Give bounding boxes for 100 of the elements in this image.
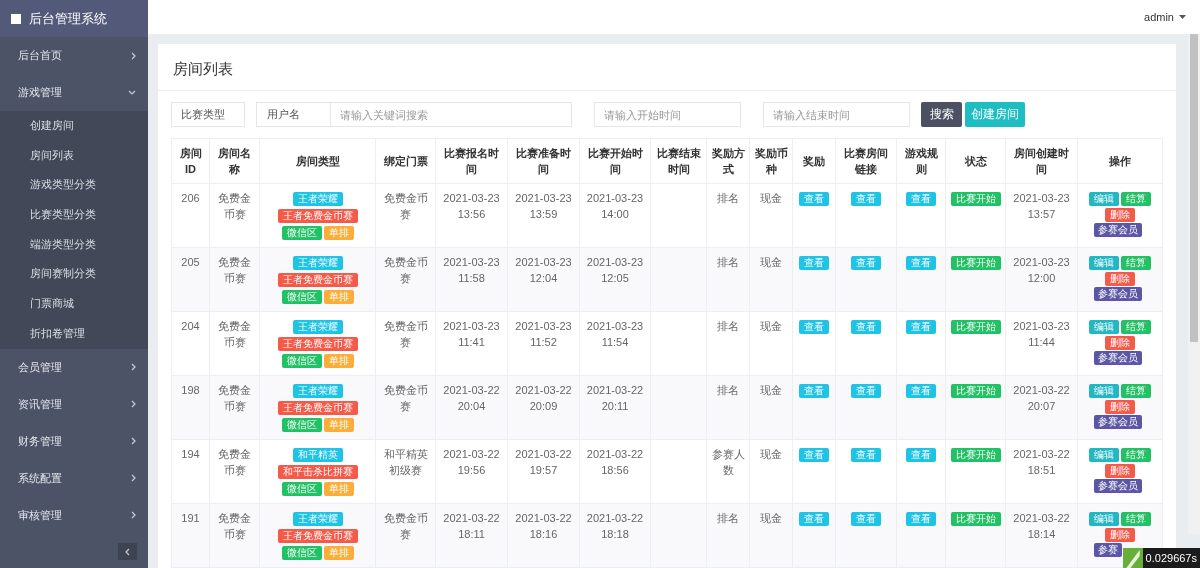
action-button[interactable]: 结算 <box>1121 512 1151 526</box>
view-button[interactable]: 查看 <box>799 320 829 334</box>
view-button[interactable]: 查看 <box>799 512 829 526</box>
view-button[interactable]: 查看 <box>799 448 829 462</box>
search-button[interactable]: 搜索 <box>921 102 962 127</box>
start-time-field[interactable]: 请输入开始时间 <box>594 102 741 127</box>
action-button[interactable]: 删除 <box>1105 528 1135 542</box>
sidebar-item[interactable]: 会员管理 <box>0 348 148 386</box>
action-button[interactable]: 结算 <box>1121 192 1151 206</box>
sidebar-item[interactable]: 后台首页 <box>0 37 148 74</box>
column-header: 比赛开始时间 <box>579 138 651 184</box>
view-button[interactable]: 查看 <box>906 448 936 462</box>
scrollbar[interactable] <box>1188 34 1200 534</box>
view-button[interactable]: 查看 <box>799 384 829 398</box>
type-select[interactable]: 比赛类型 <box>171 102 245 127</box>
column-header: 游戏规则 <box>896 138 946 184</box>
tag: 王者免费金币赛 <box>277 529 358 543</box>
action-button[interactable]: 结算 <box>1121 256 1151 270</box>
sidebar-item[interactable]: 系统配置 <box>0 459 148 497</box>
table-cell: 免费金币赛 <box>375 247 436 312</box>
submenu-item[interactable]: 比赛类型分类 <box>0 200 148 230</box>
action-button[interactable]: 删除 <box>1105 464 1135 478</box>
view-button[interactable]: 查看 <box>851 384 881 398</box>
action-button[interactable]: 结算 <box>1121 384 1151 398</box>
view-button[interactable]: 查看 <box>851 256 881 270</box>
sidebar-item[interactable]: 游戏管理 <box>0 74 148 111</box>
sidebar-item[interactable]: 财务管理 <box>0 422 148 460</box>
action-button[interactable]: 结算 <box>1121 320 1151 334</box>
view-button[interactable]: 查看 <box>799 192 829 206</box>
chevron-right-icon <box>131 363 136 371</box>
sidebar-item[interactable]: 审核管理 <box>0 496 148 534</box>
table-cell: 免费金币赛 <box>209 183 260 248</box>
table-cell: 排名 <box>706 503 750 568</box>
action-button[interactable]: 删除 <box>1105 336 1135 350</box>
submenu-item[interactable]: 门票商城 <box>0 289 148 319</box>
action-button[interactable]: 参赛会员 <box>1094 287 1142 301</box>
tag: 微信区 <box>281 354 322 368</box>
table-cell: 参赛人数 <box>706 439 750 504</box>
action-button[interactable]: 编辑 <box>1089 192 1119 206</box>
action-button[interactable]: 参赛会员 <box>1094 223 1142 237</box>
debug-time: 0.029667s <box>1144 552 1198 564</box>
submenu-item[interactable]: 房间赛制分类 <box>0 259 148 290</box>
view-button[interactable]: 查看 <box>906 320 936 334</box>
action-button[interactable]: 参赛会员 <box>1094 479 1142 493</box>
submenu-item[interactable]: 游戏类型分类 <box>0 170 148 201</box>
chevron-right-icon <box>131 437 136 445</box>
action-button[interactable]: 结算 <box>1121 448 1151 462</box>
table-cell: 2021-03-23 13:59 <box>507 183 580 248</box>
view-button[interactable]: 查看 <box>851 512 881 526</box>
debug-toast[interactable]: 0.029667s <box>1122 548 1200 568</box>
sidebar-item[interactable]: 资讯管理 <box>0 385 148 423</box>
user-menu[interactable]: admin <box>1144 11 1186 23</box>
collapse-button[interactable] <box>118 543 137 560</box>
table-cell: 2021-03-22 18:51 <box>1005 439 1078 504</box>
table-cell: 2021-03-22 18:16 <box>507 503 580 568</box>
tag: 微信区 <box>281 290 322 304</box>
table-cell: 免费金币赛 <box>375 183 436 248</box>
column-header: 房间ID <box>171 138 210 184</box>
submenu-item[interactable]: 折扣卷管理 <box>0 318 148 349</box>
table-cell: 191 <box>171 503 210 568</box>
action-button[interactable]: 参赛 <box>1094 543 1122 557</box>
table-cell: 排名 <box>706 375 750 440</box>
submenu-item[interactable]: 端游类型分类 <box>0 229 148 260</box>
action-button[interactable]: 编辑 <box>1089 512 1119 526</box>
view-button[interactable]: 查看 <box>851 448 881 462</box>
action-button[interactable]: 参赛会员 <box>1094 351 1142 365</box>
table-cell: 2021-03-22 18:18 <box>579 503 651 568</box>
create-room-button[interactable]: 创建房间 <box>965 102 1025 127</box>
column-header: 比赛报名时间 <box>435 138 508 184</box>
table-cell: 排名 <box>706 183 750 248</box>
submenu-item[interactable]: 创建房间 <box>0 111 148 141</box>
tag: 王者荣耀 <box>292 384 343 398</box>
view-button[interactable]: 查看 <box>906 256 936 270</box>
view-button[interactable]: 查看 <box>906 192 936 206</box>
end-time-field[interactable]: 请输入结束时间 <box>763 102 910 127</box>
keyword-field[interactable]: 请输入关键词搜索 <box>330 102 572 127</box>
action-button[interactable]: 删除 <box>1105 400 1135 414</box>
view-button[interactable]: 查看 <box>906 512 936 526</box>
view-button[interactable]: 查看 <box>851 320 881 334</box>
submenu-item[interactable]: 房间列表 <box>0 140 148 171</box>
view-button[interactable]: 查看 <box>799 256 829 270</box>
view-button[interactable]: 查看 <box>906 384 936 398</box>
action-button[interactable]: 编辑 <box>1089 384 1119 398</box>
table-cell: 现金 <box>749 183 793 248</box>
tag: 王者免费金币赛 <box>277 273 358 287</box>
action-button[interactable]: 编辑 <box>1089 320 1119 334</box>
action-button[interactable]: 删除 <box>1105 272 1135 286</box>
table-cell: 2021-03-22 20:07 <box>1005 375 1078 440</box>
view-button[interactable]: 查看 <box>851 192 881 206</box>
action-button[interactable]: 编辑 <box>1089 448 1119 462</box>
page-title: 房间列表 <box>158 44 1176 91</box>
tag: 王者荣耀 <box>292 192 343 206</box>
table-cell: 2021-03-22 19:56 <box>435 439 508 504</box>
action-button[interactable]: 编辑 <box>1089 256 1119 270</box>
column-header: 奖励 <box>792 138 836 184</box>
status-badge: 比赛开始 <box>951 256 1001 270</box>
tag: 王者免费金币赛 <box>277 337 358 351</box>
action-button[interactable]: 参赛会员 <box>1094 415 1142 429</box>
status-badge: 比赛开始 <box>951 320 1001 334</box>
action-button[interactable]: 删除 <box>1105 208 1135 222</box>
